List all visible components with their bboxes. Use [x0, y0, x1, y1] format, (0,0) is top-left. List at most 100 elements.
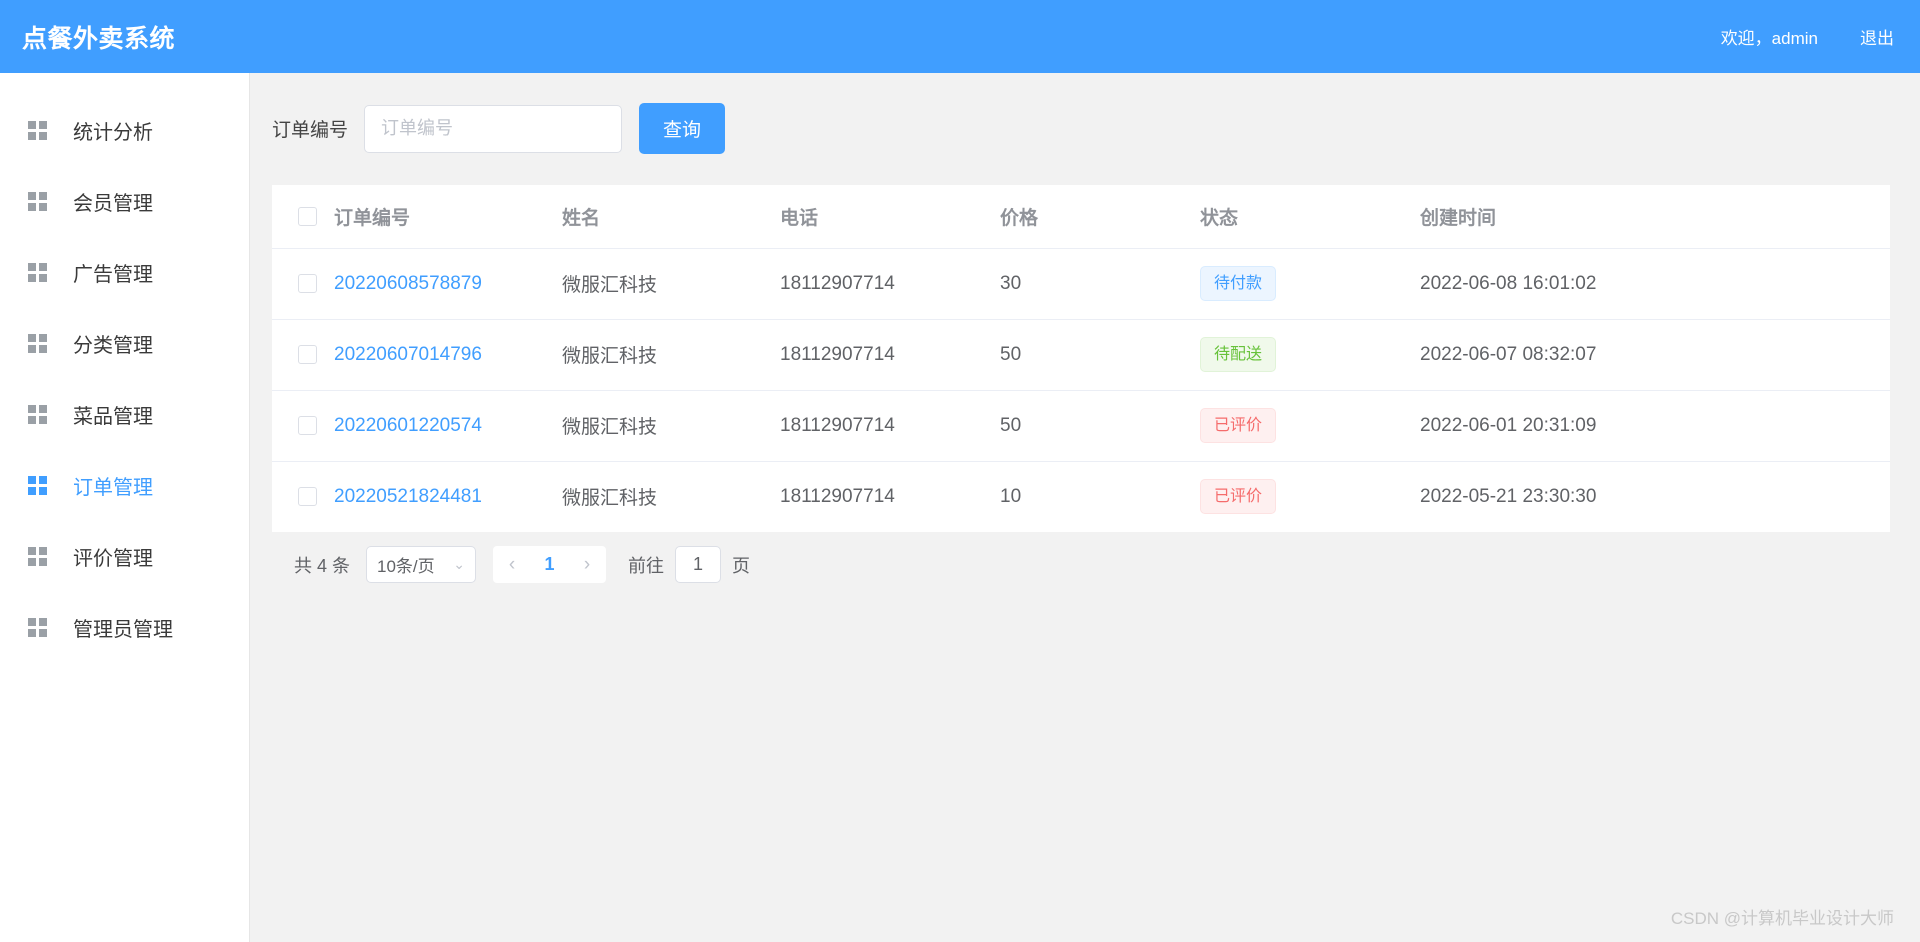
- grid-icon: [28, 618, 47, 637]
- cell-created-at: 2022-06-08 16:01:02: [1420, 248, 1890, 320]
- row-checkbox[interactable]: [298, 487, 317, 507]
- cell-order-no: 20220608578879: [334, 248, 562, 320]
- cell-price: 50: [1000, 390, 1200, 462]
- cell-phone: 18112907714: [780, 319, 1000, 391]
- column-header-price: 价格: [1000, 185, 1200, 249]
- header-right-group: 欢迎，admin 退出: [1721, 24, 1894, 49]
- column-header-status: 状态: [1200, 185, 1420, 249]
- status-badge: 已评价: [1200, 408, 1277, 443]
- order-no-link[interactable]: 20220521824481: [334, 486, 482, 507]
- app-title: 点餐外卖系统: [22, 24, 176, 53]
- page-size-select[interactable]: 10条/页 ⌄: [366, 546, 477, 583]
- row-select-cell: [272, 319, 334, 391]
- grid-icon: [28, 476, 47, 495]
- page-unit-label: 页: [732, 555, 751, 576]
- sidebar: 统计分析 会员管理 广告管理 分类管理 菜品管理 订单管理 评价管理 管理员管理: [0, 73, 250, 942]
- cell-price: 50: [1000, 319, 1200, 391]
- pagination: 共 4 条 10条/页 ⌄ ‹ 1 › 前往 页: [272, 532, 1890, 599]
- sidebar-item-label: 广告管理: [73, 264, 153, 286]
- orders-table: 订单编号 姓名 电话 价格 状态 创建时间 20220608578879 微服汇…: [272, 185, 1890, 532]
- row-checkbox[interactable]: [298, 415, 317, 435]
- order-no-link[interactable]: 20220601220574: [334, 415, 482, 436]
- row-checkbox[interactable]: [298, 273, 317, 293]
- cell-order-no: 20220601220574: [334, 390, 562, 462]
- prev-page-button[interactable]: ‹: [493, 546, 531, 583]
- sidebar-item-label: 会员管理: [73, 193, 153, 215]
- cell-created-at: 2022-05-21 23:30:30: [1420, 485, 1597, 507]
- row-select-cell: [272, 461, 334, 532]
- select-all-checkbox[interactable]: [298, 206, 317, 226]
- watermark-text: CSDN @计算机毕业设计大师: [1670, 909, 1894, 928]
- table-row: 20220521824481 微服汇科技 18112907714 10 已评价 …: [272, 461, 1890, 532]
- cell-name: 微服汇科技: [562, 488, 658, 510]
- cell-name: 微服汇科技: [562, 248, 780, 320]
- status-badge: 待配送: [1200, 337, 1277, 372]
- cell-name: 微服汇科技: [562, 319, 780, 391]
- cell-created-at: 2022-06-01 20:31:09: [1420, 390, 1890, 462]
- page-jump-input[interactable]: [675, 546, 722, 583]
- table-row: 20220601220574 微服汇科技 18112907714 50 已评价 …: [272, 390, 1890, 462]
- table-head: 订单编号 姓名 电话 价格 状态 创建时间: [272, 185, 1890, 249]
- cell-phone: 18112907714: [780, 485, 895, 507]
- cell-phone: 18112907714: [780, 390, 1000, 462]
- grid-icon: [28, 192, 47, 211]
- sidebar-item-label: 管理员管理: [73, 619, 173, 641]
- search-button[interactable]: 查询: [639, 103, 726, 154]
- page-size-value: 10条/页: [377, 557, 435, 576]
- grid-icon: [28, 405, 47, 424]
- goto-label: 前往: [628, 555, 665, 576]
- cell-status: 已评价: [1200, 461, 1420, 532]
- table-body: 20220608578879 微服汇科技 18112907714 30 待付款 …: [272, 248, 1890, 532]
- welcome-text: 欢迎，admin: [1720, 29, 1818, 48]
- status-badge: 待付款: [1200, 266, 1277, 301]
- search-label: 订单编号: [272, 120, 349, 141]
- cell-order-no: 20220607014796: [334, 319, 562, 391]
- sidebar-item-dishes[interactable]: 菜品管理: [0, 379, 249, 450]
- column-header-phone: 电话: [780, 185, 1000, 249]
- cell-order-no: 20220521824481: [334, 461, 562, 532]
- column-header-created-at: 创建时间: [1420, 185, 1890, 249]
- sidebar-item-label: 分类管理: [73, 335, 153, 357]
- cell-phone: 18112907714: [780, 248, 1000, 320]
- table-row: 20220607014796 微服汇科技 18112907714 50 待配送 …: [272, 319, 1890, 391]
- select-all-cell: [272, 185, 334, 249]
- next-page-button[interactable]: ›: [568, 546, 606, 583]
- grid-icon: [28, 547, 47, 566]
- search-input[interactable]: [364, 104, 623, 153]
- page-nav: ‹ 1 ›: [493, 546, 607, 583]
- chevron-down-icon: ⌄: [453, 556, 466, 572]
- orders-table-card: 订单编号 姓名 电话 价格 状态 创建时间 20220608578879 微服汇…: [272, 185, 1890, 532]
- sidebar-item-label: 订单管理: [73, 477, 153, 499]
- total-count-label: 共 4 条: [294, 555, 351, 576]
- sidebar-item-label: 统计分析: [73, 122, 153, 144]
- cell-price: 30: [1000, 248, 1200, 320]
- order-no-link[interactable]: 20220607014796: [334, 344, 482, 365]
- app-root: 点餐外卖系统 欢迎，admin 退出 统计分析 会员管理 广告管理 分类管理 菜…: [0, 0, 1920, 942]
- order-no-link[interactable]: 20220608578879: [334, 273, 482, 294]
- cell-status: 已评价: [1200, 390, 1420, 462]
- sidebar-item-statistics[interactable]: 统计分析: [0, 95, 249, 166]
- grid-icon: [28, 121, 47, 140]
- sidebar-item-categories[interactable]: 分类管理: [0, 308, 249, 379]
- page-number-1[interactable]: 1: [531, 546, 568, 583]
- table-row: 20220608578879 微服汇科技 18112907714 30 待付款 …: [272, 248, 1890, 320]
- main-content: 订单编号 查询 订单编号 姓名 电话 价: [251, 73, 1920, 942]
- row-checkbox[interactable]: [298, 344, 317, 364]
- logout-button[interactable]: 退出: [1860, 24, 1894, 49]
- sidebar-item-members[interactable]: 会员管理: [0, 166, 249, 237]
- sidebar-item-label: 菜品管理: [73, 406, 153, 428]
- cell-created-at: 2022-06-07 08:32:07: [1420, 319, 1890, 391]
- row-select-cell: [272, 390, 334, 462]
- grid-icon: [28, 334, 47, 353]
- table-header-row: 订单编号 姓名 电话 价格 状态 创建时间: [272, 185, 1890, 249]
- cell-name: 微服汇科技: [562, 390, 780, 462]
- column-header-name: 姓名: [562, 185, 780, 249]
- row-select-cell: [272, 248, 334, 320]
- column-header-order-no: 订单编号: [334, 185, 562, 249]
- sidebar-item-ads[interactable]: 广告管理: [0, 237, 249, 308]
- sidebar-item-reviews[interactable]: 评价管理: [0, 521, 249, 592]
- app-header: 点餐外卖系统 欢迎，admin 退出: [0, 0, 1920, 73]
- sidebar-item-orders[interactable]: 订单管理: [0, 450, 249, 521]
- grid-icon: [28, 263, 47, 282]
- sidebar-item-admins[interactable]: 管理员管理: [0, 592, 249, 663]
